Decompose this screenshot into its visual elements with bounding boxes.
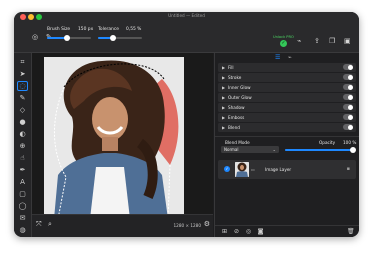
expand-arrow-icon[interactable]: ▶	[222, 115, 225, 120]
panel-tab-bar: ☰ ⌁	[215, 53, 359, 63]
circle-icon[interactable]: ◯	[17, 201, 28, 211]
effect-toggle[interactable]	[343, 74, 353, 81]
opacity-value: 100 %	[343, 140, 357, 145]
effect-row-stroke[interactable]: ▶ Stroke	[218, 73, 356, 82]
tab-histogram-icon[interactable]: ⌁	[288, 54, 292, 61]
title-bar: Untitled — Edited	[14, 12, 359, 22]
mask-icon[interactable]: ◙	[257, 228, 264, 235]
expand-arrow-icon[interactable]: ▶	[222, 75, 225, 80]
pen-icon[interactable]: ✒	[17, 165, 28, 175]
effect-label: Blend	[228, 124, 240, 130]
portrait-image	[44, 57, 184, 219]
histogram-icon[interactable]: ⌁	[297, 38, 301, 45]
effect-row-inner-glow[interactable]: ▶ Inner Glow	[218, 83, 356, 92]
expand-arrow-icon[interactable]: ▶	[222, 85, 225, 90]
effect-toggle[interactable]	[343, 114, 353, 121]
canvas-area[interactable]	[32, 53, 213, 237]
panel-divider	[215, 136, 359, 137]
layer-thumbnail	[235, 162, 249, 177]
tolerance-label: Tolerance	[98, 27, 119, 32]
lasso-select-icon[interactable]: ◌	[17, 81, 28, 91]
dodge-icon[interactable]: ◍	[17, 225, 28, 235]
shape-icon[interactable]: ▢	[17, 189, 28, 199]
blend-mode-value: Normal	[224, 147, 239, 153]
unlock-pro-check-icon[interactable]: ✓	[280, 40, 287, 47]
gradient-icon[interactable]: ◐	[17, 129, 28, 139]
eraser-icon[interactable]: ◇	[17, 105, 28, 115]
add-layer-icon[interactable]: ⊞	[221, 228, 228, 235]
crop-icon[interactable]: ⌗	[17, 57, 28, 67]
effect-row-emboss[interactable]: ▶ Emboss	[218, 113, 356, 122]
options-toolbar: ◎ ✎ Brush Size 150 px Tolerance 0,55 % U…	[14, 22, 359, 53]
tools-sidebar: ⌗ ➤ ◌ ✎ ◇ ● ◐ ⊕ ☝ ✒ A ▢ ◯ ✉ ◍	[14, 53, 32, 237]
trash-icon[interactable]: 🗑	[347, 228, 355, 235]
opacity-slider-knob[interactable]	[350, 146, 356, 153]
share-icon[interactable]: ⇪	[314, 38, 320, 45]
confirm-check-icon[interactable]: ◎	[32, 34, 38, 41]
layer-mask-icon: ▭	[251, 167, 255, 172]
lock-icon[interactable]: ▪	[347, 166, 350, 172]
tolerance-slider-knob[interactable]	[110, 34, 117, 41]
tab-effects-icon[interactable]: ☰	[275, 54, 280, 61]
effect-label: Inner Glow	[228, 84, 251, 90]
effect-toggle[interactable]	[343, 104, 353, 111]
brush-size-slider-knob[interactable]	[63, 34, 70, 41]
panel-bottom-bar: ⊞ ⊘ ◎ ◙ 🗑	[215, 225, 359, 237]
layer-name: Image Layer	[265, 167, 292, 172]
opacity-label: Opacity	[319, 140, 336, 145]
text-icon[interactable]: A	[17, 177, 28, 187]
tolerance-slider[interactable]	[98, 34, 142, 41]
drop-icon[interactable]: ●	[17, 117, 28, 127]
effect-label: Fill	[228, 64, 234, 70]
window-title: Untitled — Edited	[168, 13, 205, 18]
effect-toggle[interactable]	[343, 64, 353, 71]
effect-row-blend[interactable]: ▶ Blend	[218, 123, 356, 132]
photo-canvas[interactable]	[44, 57, 184, 219]
effect-label: Shadow	[228, 104, 245, 110]
effect-row-fill[interactable]: ▶ Fill	[218, 63, 356, 72]
tolerance-value: 0,55 %	[126, 27, 142, 32]
brush-size-slider[interactable]	[47, 34, 91, 41]
fit-screen-icon[interactable]: ⤧	[36, 221, 42, 228]
sidebar-toggle-icon[interactable]: ▣	[344, 38, 351, 45]
right-panel: ☰ ⌁ ▶ Fill ▶ Stroke ▶ Inner Glow ▶ Outer…	[214, 53, 359, 237]
effect-toggle[interactable]	[343, 124, 353, 131]
sponge-icon[interactable]: ✉	[17, 213, 28, 223]
expand-arrow-icon[interactable]: ▶	[222, 125, 225, 130]
expand-arrow-icon[interactable]: ▶	[222, 105, 225, 110]
opacity-slider-fill	[285, 149, 353, 151]
brush-icon[interactable]: ✎	[17, 93, 28, 103]
effect-label: Emboss	[228, 114, 245, 120]
adjustment-icon[interactable]: ⊘	[233, 228, 240, 235]
stamp-icon[interactable]: ⊕	[17, 141, 28, 151]
effect-toggle[interactable]	[343, 84, 353, 91]
effect-row-outer-glow[interactable]: ▶ Outer Glow	[218, 93, 356, 102]
layer-row[interactable]: ✓ ▭ Image Layer ▪	[218, 160, 356, 179]
status-bar: ⤧ ⌕ 1280 × 1280 ⚙	[32, 214, 213, 237]
blend-mode-label: Blend Mode	[225, 140, 250, 145]
opacity-slider[interactable]	[285, 146, 356, 153]
layers-stack-icon[interactable]: ❐	[329, 38, 335, 45]
smudge-icon[interactable]: ☝	[17, 153, 28, 163]
chevron-down-icon: ⌄	[272, 146, 276, 152]
brush-size-label: Brush Size	[47, 27, 71, 32]
image-dimensions: 1280 × 1280	[173, 223, 202, 228]
brush-size-value: 150 px	[78, 27, 94, 32]
zoom-icon[interactable]: ⌕	[48, 221, 52, 228]
expand-arrow-icon[interactable]: ▶	[222, 65, 225, 70]
unlock-pro-label[interactable]: Unlock PRO	[273, 35, 294, 39]
expand-arrow-icon[interactable]: ▶	[222, 95, 225, 100]
arrow-select-icon[interactable]: ➤	[17, 69, 28, 79]
effect-label: Outer Glow	[228, 94, 252, 100]
effect-row-shadow[interactable]: ▶ Shadow	[218, 103, 356, 112]
effect-label: Stroke	[228, 74, 242, 80]
effects-fx-icon[interactable]: ◎	[245, 228, 252, 235]
app-window: Untitled — Edited ◎ ✎ Brush Size 150 px …	[14, 12, 359, 237]
effect-toggle[interactable]	[343, 94, 353, 101]
layer-visible-check-icon[interactable]: ✓	[224, 166, 230, 172]
blend-mode-select[interactable]: Normal ⌄	[221, 146, 279, 153]
settings-gear-icon[interactable]: ⚙	[204, 221, 210, 228]
